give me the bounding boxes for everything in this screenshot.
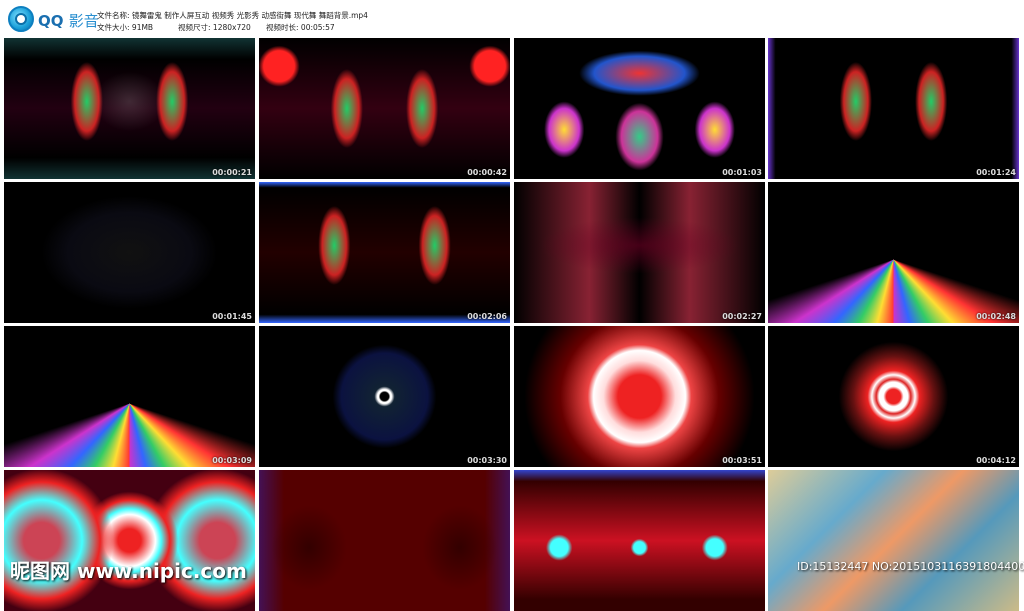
brand: QQ 影音 xyxy=(38,12,99,30)
video-thumbnail[interactable]: 00:01:24 xyxy=(768,38,1019,179)
video-thumbnail[interactable]: 00:00:21 xyxy=(4,38,255,179)
video-thumbnail[interactable]: 00:04:12 xyxy=(768,326,1019,467)
video-thumbnail[interactable]: 00:02:48 xyxy=(768,182,1019,323)
video-thumbnail[interactable]: 00:03:09 xyxy=(4,326,255,467)
video-thumbnail[interactable]: 00:02:06 xyxy=(259,182,510,323)
thumbnail-timestamp: 00:01:24 xyxy=(976,168,1016,177)
video-thumbnail[interactable] xyxy=(259,470,510,611)
thumbnail-timestamp: 00:01:45 xyxy=(212,312,252,321)
video-thumbnail[interactable]: 00:02:27 xyxy=(514,182,765,323)
video-thumbnail[interactable]: 00:01:45 xyxy=(4,182,255,323)
watermark-id: ID:15132447 NO:20151031163918044000 xyxy=(797,560,1024,573)
thumbnail-timestamp: 00:04:12 xyxy=(976,456,1016,465)
file-size: 文件大小: 91MB xyxy=(97,23,154,32)
file-name: 文件名称: 镜舞雷鬼 制作人屏互动 视频秀 光影秀 动感街舞 现代舞 舞蹈背景.… xyxy=(97,11,368,20)
thumbnail-timestamp: 00:01:03 xyxy=(722,168,762,177)
thumbnail-timestamp: 00:03:09 xyxy=(212,456,252,465)
video-thumbnail[interactable] xyxy=(4,470,255,611)
video-thumbnail[interactable] xyxy=(514,470,765,611)
thumbnail-timestamp: 00:03:30 xyxy=(467,456,507,465)
video-thumbnail[interactable] xyxy=(768,470,1019,611)
thumbnail-timestamp: 00:02:48 xyxy=(976,312,1016,321)
video-size: 视频尺寸: 1280x720 xyxy=(178,23,251,32)
thumbnail-timestamp: 00:00:21 xyxy=(212,168,252,177)
video-thumbnail[interactable]: 00:03:30 xyxy=(259,326,510,467)
thumbnail-timestamp: 00:02:27 xyxy=(722,312,762,321)
qq-player-logo-icon xyxy=(8,6,34,32)
header: QQ 影音 文件名称: 镜舞雷鬼 制作人屏互动 视频秀 光影秀 动感街舞 现代舞… xyxy=(0,0,1024,36)
thumbnail-timestamp: 00:03:51 xyxy=(722,456,762,465)
video-thumbnail[interactable]: 00:01:03 xyxy=(514,38,765,179)
thumbnail-timestamp: 00:02:06 xyxy=(467,312,507,321)
video-thumbnail[interactable]: 00:00:42 xyxy=(259,38,510,179)
thumbnail-timestamp: 00:00:42 xyxy=(467,168,507,177)
video-thumbnail[interactable]: 00:03:51 xyxy=(514,326,765,467)
duration: 视频时长: 00:05:57 xyxy=(266,23,335,32)
watermark-site: 昵图网 www.nipic.com xyxy=(10,559,247,583)
